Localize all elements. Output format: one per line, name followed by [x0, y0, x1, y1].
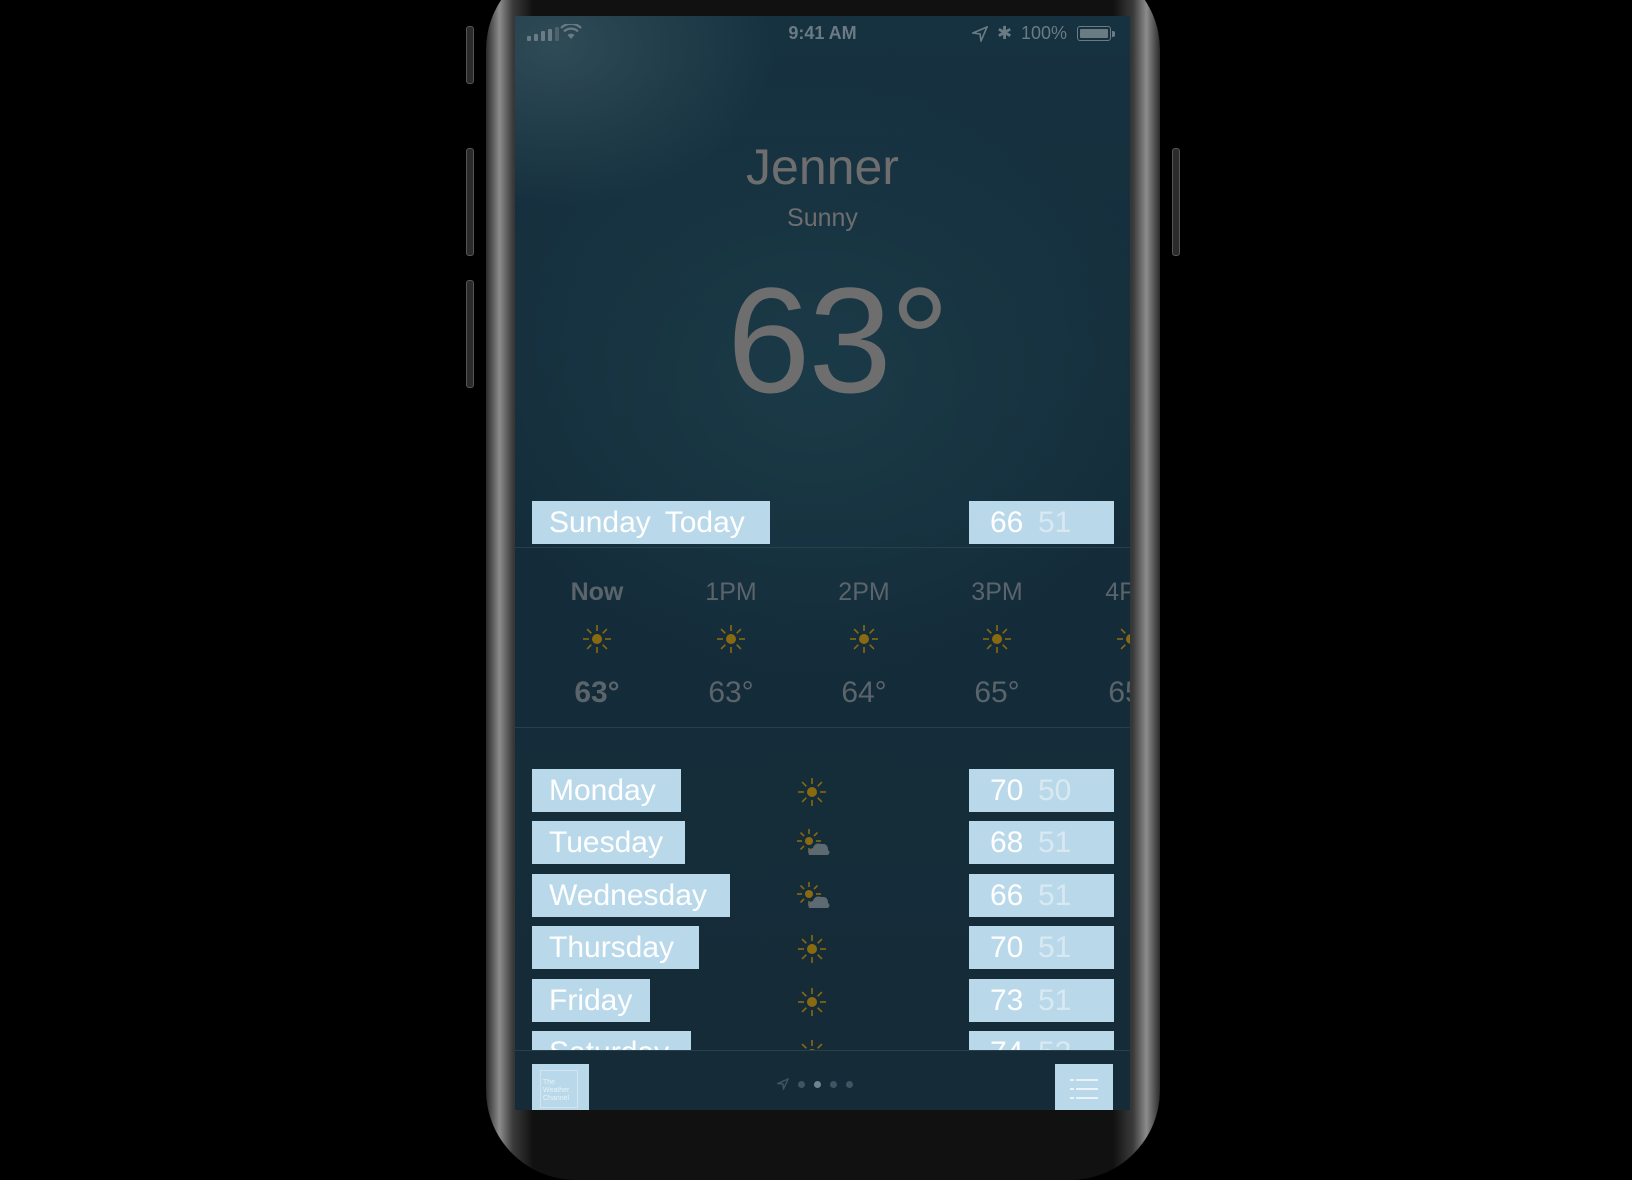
hour-temp: 65° [1108, 676, 1130, 709]
day-low: 51 [1038, 984, 1072, 1017]
today-temps: 66 51 [969, 501, 1114, 544]
battery-tip [1112, 31, 1115, 37]
weather-condition: Sunny [787, 204, 858, 232]
day-low: 51 [1038, 826, 1072, 859]
list-icon-bullet [1070, 1097, 1074, 1099]
day-temps: 70 51 [969, 926, 1114, 969]
sun-icon [798, 778, 826, 806]
day-high: 66 [990, 879, 1024, 912]
weather-screen: 9:41 AM ✱ 100% Jenner Sunny 63° Sunday To… [515, 16, 1130, 1110]
sun-icon [801, 1040, 823, 1050]
today-day: Sunday [549, 506, 651, 539]
page-dot [846, 1080, 853, 1088]
partly-cloudy-icon [797, 829, 830, 855]
weather-channel-logo[interactable]: The Weather Channel [532, 1064, 589, 1110]
city-name: Jenner [746, 139, 899, 195]
power-button [1172, 148, 1180, 256]
hour-label: 3PM [971, 578, 1023, 606]
daily-row: Monday 70 50 [515, 769, 1130, 813]
hour-label: 1PM [705, 578, 757, 606]
hour-temp: 63° [708, 676, 754, 709]
daily-forecast[interactable]: Monday 70 50 Tuesday 68 51 Wednesday 66 51 … [515, 766, 1130, 1050]
day-low: 51 [1038, 931, 1072, 964]
day-name: Wednesday [532, 874, 730, 917]
sun-icon [798, 988, 826, 1016]
day-temps: 7452 [969, 1031, 1114, 1050]
battery-percentage: 100% [1021, 23, 1068, 43]
day-low: 50 [1038, 774, 1072, 807]
hour-temp: 63° [574, 676, 620, 709]
location-arrow-icon [777, 1078, 789, 1090]
today-high: 66 [990, 506, 1024, 539]
volume-up-button [466, 148, 474, 256]
daily-row: Thursday 70 51 [515, 926, 1130, 970]
city-list-button[interactable] [1055, 1064, 1113, 1110]
day-temps: 66 51 [969, 874, 1114, 917]
day-name: Monday [532, 769, 681, 812]
sun-icon [983, 625, 1011, 653]
hourly-forecast[interactable]: Now 63° 1PM 63° 2PM 64° 3PM 65° 4PM 65° [515, 564, 1130, 724]
hour-temp: 64° [841, 676, 887, 709]
day-temps: 68 51 [969, 821, 1114, 864]
sun-icon [850, 625, 878, 653]
list-icon-bullet [1070, 1088, 1074, 1090]
page-indicator[interactable] [777, 1078, 853, 1090]
sun-icon [717, 625, 745, 653]
hour-label: 2PM [838, 578, 890, 606]
bluetooth-icon: ✱ [997, 23, 1013, 43]
day-name: Saturday [532, 1031, 691, 1050]
daily-row: Tuesday 68 51 [515, 821, 1130, 865]
day-high: 68 [990, 826, 1024, 859]
volume-down-button [466, 280, 474, 388]
day-name: Thursday [532, 926, 699, 969]
weather-channel-logo-text: The Weather Channel [540, 1070, 578, 1108]
hour-temp: 65° [974, 676, 1020, 709]
list-icon-line [1076, 1079, 1098, 1081]
list-icon-line [1076, 1088, 1098, 1090]
page-dot [830, 1080, 837, 1088]
battery-icon [1077, 26, 1111, 41]
sun-icon [798, 935, 826, 963]
day-low: 51 [1038, 879, 1072, 912]
hour-label: Now [570, 578, 624, 606]
sun-icon [583, 625, 611, 653]
page-dot [798, 1080, 805, 1088]
day-name: Friday [532, 979, 650, 1022]
daily-row: Friday 73 51 [515, 979, 1130, 1023]
today-low: 51 [1038, 506, 1072, 539]
day-high: 74 [990, 1031, 1038, 1050]
mute-switch [466, 26, 474, 84]
status-bar: 9:41 AM ✱ 100% [515, 16, 1130, 52]
page-dot-active [814, 1080, 821, 1088]
bottom-toolbar: The Weather Channel [515, 1050, 1130, 1110]
today-text: Today [664, 506, 745, 539]
list-icon-line [1076, 1097, 1098, 1099]
day-high: 70 [990, 931, 1024, 964]
day-high: 70 [990, 774, 1024, 807]
sun-icon [1117, 628, 1130, 650]
current-temperature: 63° [727, 256, 950, 424]
hourly-top-divider [515, 547, 1130, 548]
day-name: Tuesday [532, 821, 685, 864]
day-temps: 73 51 [969, 979, 1114, 1022]
list-icon [1070, 1079, 1074, 1081]
location-arrow-icon [972, 26, 988, 42]
hour-label: 4PM [1105, 578, 1130, 606]
day-low: 52 [1038, 1036, 1071, 1050]
day-high: 73 [990, 984, 1024, 1017]
daily-row: Saturday 7452 [515, 1031, 1130, 1050]
hourly-bottom-divider [515, 727, 1130, 728]
today-label: Sunday Today [532, 501, 770, 544]
daily-row: Wednesday 66 51 [515, 874, 1130, 918]
day-temps: 70 50 [969, 769, 1114, 812]
partly-cloudy-icon [797, 882, 830, 908]
